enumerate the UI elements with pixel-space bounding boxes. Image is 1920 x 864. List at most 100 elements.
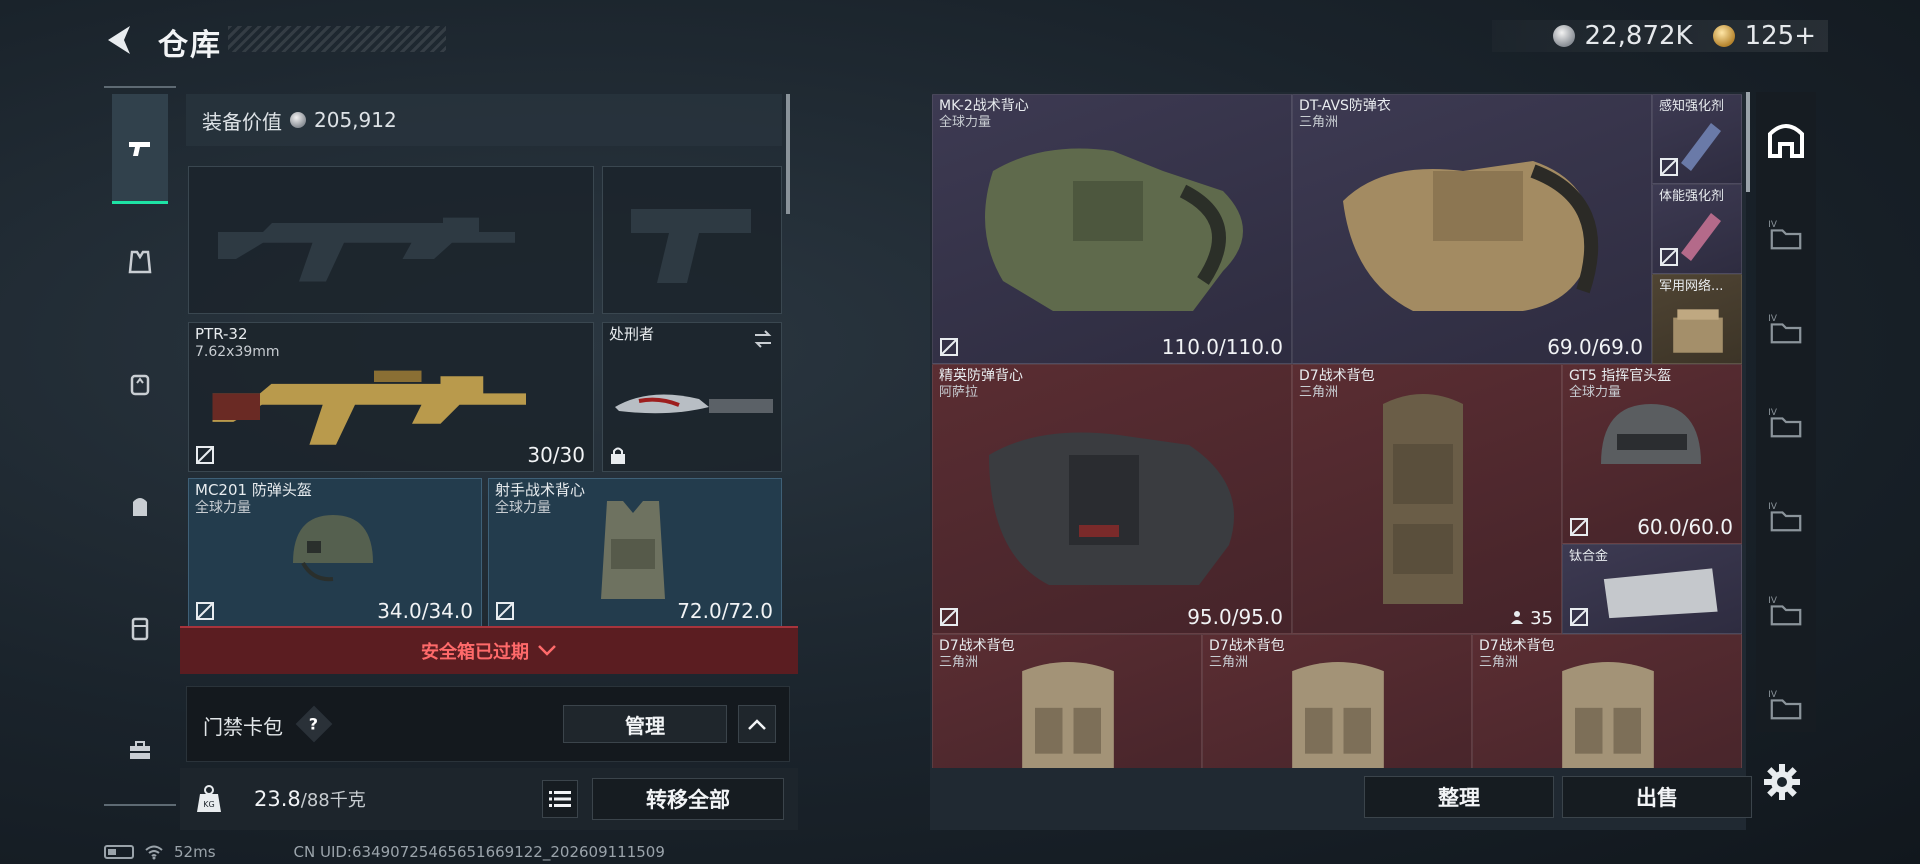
stash-item[interactable]: D7战术背包 三角洲 35: [1292, 364, 1562, 634]
collapse-button[interactable]: [738, 705, 776, 743]
no-drop-icon: [940, 338, 958, 356]
wifi-icon: [145, 845, 163, 860]
item-map: 三角洲: [1299, 115, 1339, 130]
rail-tab-toolbox[interactable]: [112, 722, 168, 778]
sort-button[interactable]: 整理: [1364, 776, 1554, 818]
armor-name: 射手战术背心: [495, 481, 586, 499]
back-arrow-icon[interactable]: [100, 20, 140, 60]
no-drop-icon: [496, 602, 514, 620]
weight-icon: KG: [197, 785, 221, 812]
currency-display: 22,872K 125+: [1492, 20, 1828, 52]
lock-icon: [611, 447, 625, 464]
stash-item[interactable]: D7战术背包 三角洲: [1202, 634, 1472, 768]
manage-button[interactable]: 管理: [563, 705, 727, 743]
swap-icon[interactable]: [751, 327, 775, 351]
rail-tab-armor[interactable]: [112, 234, 168, 290]
melee-slot[interactable]: 处刑者: [602, 322, 782, 472]
backpack-icon: [133, 498, 147, 516]
stash-tab-5[interactable]: IV: [1764, 588, 1808, 632]
no-drop-icon: [196, 446, 214, 464]
chevron-down-icon: [538, 645, 556, 656]
stash-tab-2[interactable]: IV: [1764, 306, 1808, 350]
helmet-name: MC201 防弹头盔: [195, 481, 312, 499]
stash-item[interactable]: GT5 指挥官头盔 全球力量 60.0/60.0: [1562, 364, 1742, 544]
equipment-value-bar: 装备价值 205,912: [186, 94, 782, 146]
transfer-all-button[interactable]: 转移全部: [592, 778, 784, 820]
item-durability: 60.0/60.0: [1637, 515, 1733, 539]
stash-item[interactable]: MK-2战术背心 全球力量 110.0/110.0: [932, 94, 1292, 364]
stash-scrollbar[interactable]: [1746, 92, 1750, 192]
item-name: 精英防弹背心: [939, 368, 1023, 384]
item-map: 阿萨拉: [939, 385, 979, 400]
stash-item[interactable]: D7战术背包 三角洲: [932, 634, 1202, 768]
chevron-up-icon: [748, 719, 766, 730]
folder-icon: IV: [1768, 220, 1802, 250]
item-map: 三角洲: [1209, 655, 1249, 670]
rail-tab-pouch[interactable]: [112, 600, 168, 656]
secondary-pistol-slot[interactable]: [602, 166, 782, 314]
person-icon: [1511, 611, 1524, 624]
stash-tab-3[interactable]: IV: [1764, 400, 1808, 444]
item-name: MK-2战术背心: [939, 98, 1029, 114]
rail-tab-weapons[interactable]: [112, 94, 168, 204]
item-name: 感知强化剂: [1659, 99, 1725, 114]
equipment-panel: 装备价值 205,912 PTR-32 7.62x39mm 30/30 处刑者: [186, 94, 790, 628]
no-drop-icon: [196, 602, 214, 620]
item-map: 全球力量: [939, 115, 992, 130]
armor-map: 全球力量: [495, 500, 551, 516]
sell-button[interactable]: 出售: [1562, 776, 1752, 818]
primary-weapon-slot[interactable]: PTR-32 7.62x39mm 30/30: [188, 322, 594, 472]
gear-icon[interactable]: [1762, 762, 1802, 802]
title-decoration: [228, 26, 446, 52]
stash-tab-1[interactable]: IV: [1764, 212, 1808, 256]
item-map: 三角洲: [1479, 655, 1519, 670]
item-name: D7战术背包: [939, 638, 1015, 654]
stash-tab-6[interactable]: IV: [1764, 682, 1808, 726]
melee-name: 处刑者: [609, 325, 655, 343]
secondary-weapon-slot[interactable]: [188, 166, 594, 314]
helmet-slot[interactable]: MC201 防弹头盔 全球力量 34.0/34.0: [188, 478, 482, 628]
item-name: DT-AVS防弹衣: [1299, 98, 1391, 114]
stash-grid: MK-2战术背心 全球力量 110.0/110.0 DT-AVS防弹衣 三角洲 …: [932, 94, 1742, 768]
keycard-label: 门禁卡包: [203, 715, 283, 739]
equipment-value-label: 装备价值: [202, 109, 282, 134]
weight-max: /88千克: [300, 790, 366, 811]
keycard-pouch-bar: 门禁卡包 ? 管理: [186, 686, 790, 762]
no-drop-icon: [1570, 608, 1588, 626]
equipment-scrollbar[interactable]: [786, 94, 790, 214]
stash-item[interactable]: 体能强化剂: [1652, 184, 1742, 274]
stash-item[interactable]: 钛合金: [1562, 544, 1742, 634]
weight-current: 23.8: [254, 787, 301, 811]
stash-item[interactable]: D7战术背包 三角洲: [1472, 634, 1742, 768]
router-image: [1673, 309, 1723, 353]
stash-item[interactable]: 军用网络...: [1652, 274, 1742, 364]
gold-amount[interactable]: 125+: [1745, 21, 1816, 51]
item-durability: 110.0/110.0: [1161, 335, 1283, 359]
ping-value: 52ms: [174, 843, 216, 861]
svg-text:IV: IV: [1768, 690, 1777, 700]
backpack-image: [1383, 394, 1463, 604]
rail-tab-backpack[interactable]: [112, 478, 168, 534]
page-title: 仓库: [158, 28, 222, 63]
safebox-expired-banner[interactable]: 安全箱已过期: [180, 626, 798, 674]
uid-text: CN UID:634907254656516691​22_20260911150…: [293, 843, 665, 861]
item-count: 35: [1510, 608, 1553, 629]
equipment-value: 205,912: [314, 108, 397, 132]
ingot-image: [1603, 568, 1718, 619]
stash-tab-rail: IV IV IV IV IV IV: [1756, 92, 1816, 732]
stash-tab-4[interactable]: IV: [1764, 494, 1808, 538]
no-drop-icon: [940, 608, 958, 626]
silver-coin-icon: [1552, 25, 1575, 47]
stash-item[interactable]: DT-AVS防弹衣 三角洲 69.0/69.0: [1292, 94, 1652, 364]
armor-slot[interactable]: 射手战术背心 全球力量 72.0/72.0: [488, 478, 782, 628]
item-name: D7战术背包: [1209, 638, 1285, 654]
help-button[interactable]: ?: [295, 705, 333, 743]
stash-item[interactable]: 精英防弹背心 阿萨拉 95.0/95.0: [932, 364, 1292, 634]
list-view-button[interactable]: [542, 780, 578, 818]
stash-tab-base[interactable]: [1764, 118, 1808, 162]
silver-coin-icon: [290, 112, 306, 128]
rail-tab-helmet[interactable]: [112, 356, 168, 412]
vest-image: [989, 432, 1234, 585]
stash-item[interactable]: 感知强化剂: [1652, 94, 1742, 184]
battery-icon: [104, 845, 134, 859]
